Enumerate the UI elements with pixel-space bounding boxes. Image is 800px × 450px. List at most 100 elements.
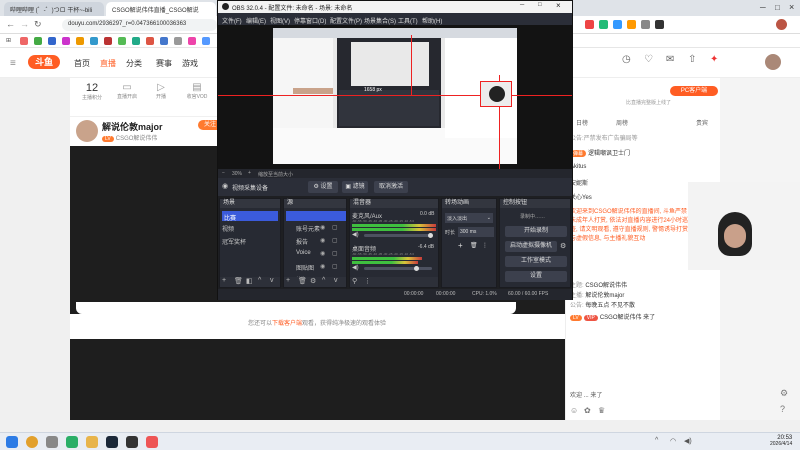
scene-item[interactable]: 比赛 xyxy=(222,211,278,222)
forward-icon[interactable]: → xyxy=(20,19,29,29)
browser-tab-douyu[interactable]: CSGO解说伟伟直播_CSGO解说 xyxy=(106,2,216,16)
link-icon[interactable]: ⚲ xyxy=(352,277,357,285)
back-icon[interactable]: ← xyxy=(6,19,15,29)
browser-tab-bilibili[interactable]: 哔哩哔哩 (゜-゜)つロ 干杯~-bili xyxy=(4,2,104,16)
speaker-icon[interactable]: ◀) xyxy=(352,264,359,271)
eye-icon[interactable]: ◉ xyxy=(320,250,325,257)
stat-start[interactable]: ▷ 开播 xyxy=(146,82,176,100)
volume-knob[interactable] xyxy=(414,266,419,271)
start-icon[interactable] xyxy=(6,436,18,448)
extension-icon[interactable] xyxy=(641,20,650,29)
zoom-plus-icon[interactable]: + xyxy=(248,170,251,176)
app-icon[interactable] xyxy=(46,436,58,448)
download-client-link[interactable]: 下载客户端 xyxy=(272,321,302,327)
upload-icon[interactable]: ⇧ xyxy=(688,54,696,65)
minimize-icon[interactable]: ─ xyxy=(760,3,766,12)
bookmark-icon[interactable] xyxy=(188,37,196,45)
bookmark-icon[interactable] xyxy=(48,37,56,45)
stat-live[interactable]: ▭ 直播开启 xyxy=(112,82,142,100)
steam-icon[interactable] xyxy=(106,436,118,448)
menu-view[interactable]: 视图(V) xyxy=(270,16,290,25)
zoom-minus-icon[interactable]: − xyxy=(222,170,225,176)
chat-user[interactable]: 逻辑嘲讽卫士门 xyxy=(588,151,630,157)
lock-icon[interactable]: ▢ xyxy=(332,250,338,257)
add-icon[interactable]: + xyxy=(286,277,290,284)
nav-games[interactable]: 游戏 xyxy=(182,58,198,69)
maximize-icon[interactable]: □ xyxy=(775,3,780,12)
down-icon[interactable]: v xyxy=(270,277,274,284)
follow-icon[interactable]: ♡ xyxy=(644,54,653,65)
trash-icon[interactable]: 🗑 xyxy=(298,277,307,285)
extension-icon[interactable] xyxy=(599,20,608,29)
stat-points[interactable]: 12 主播积分 xyxy=(78,82,106,101)
folder-icon[interactable] xyxy=(86,436,98,448)
source-item[interactable]: 账号元素 xyxy=(296,224,320,233)
bookmark-icon[interactable] xyxy=(146,37,154,45)
menu-help[interactable]: 帮助(H) xyxy=(422,16,442,25)
menu-tools[interactable]: 工具(T) xyxy=(398,16,418,25)
gear-icon[interactable]: ⚙ xyxy=(560,242,566,250)
bookmark-icon[interactable] xyxy=(104,37,112,45)
pc-client-button[interactable]: PC客户端 xyxy=(670,86,718,96)
stat-vod[interactable]: ▤ 收官VOD xyxy=(180,82,214,100)
help-icon[interactable]: ? xyxy=(780,404,785,414)
bookmark-icon[interactable] xyxy=(160,37,168,45)
nav-home[interactable]: 首页 xyxy=(74,58,90,69)
volume-slider[interactable] xyxy=(364,234,432,237)
properties-button[interactable]: ⚙ 设置 xyxy=(308,181,338,193)
scene-item[interactable]: 冠军奖杯 xyxy=(222,237,246,246)
trash-icon[interactable]: 🗑 xyxy=(234,277,243,285)
user-avatar[interactable] xyxy=(765,54,781,70)
profile-avatar[interactable] xyxy=(776,19,787,30)
tray-up-icon[interactable]: ^ xyxy=(655,437,658,444)
menu-icon[interactable]: ≡ xyxy=(10,58,16,69)
bookmark-icon[interactable] xyxy=(20,37,28,45)
tab-vip[interactable]: 贵宾 xyxy=(696,118,708,127)
volume-knob[interactable] xyxy=(428,233,433,238)
deactivate-button[interactable]: 取消激活 xyxy=(374,181,408,193)
studio-mode-button[interactable]: 工作室模式 xyxy=(505,256,567,267)
bookmark-icon[interactable] xyxy=(76,37,84,45)
volume-icon[interactable]: ◀) xyxy=(684,437,692,445)
history-icon[interactable]: ◷ xyxy=(622,54,631,65)
menu-docks[interactable]: 停靠窗口(D) xyxy=(294,16,326,25)
chat-user[interactable]: 关心Yes xyxy=(570,195,592,201)
gift-icon[interactable]: ✿ xyxy=(584,406,591,415)
speaker-icon[interactable]: ◀) xyxy=(352,231,359,238)
source-item-selected[interactable] xyxy=(286,211,346,221)
clock[interactable]: 20:53 2026/4/14 xyxy=(770,435,792,447)
settings-button[interactable]: 设置 xyxy=(505,271,567,282)
close-icon[interactable]: × xyxy=(556,1,561,10)
more-icon[interactable]: ⋮ xyxy=(364,277,371,285)
source-item[interactable]: 报告 xyxy=(296,237,308,246)
lock-icon[interactable]: ▢ xyxy=(332,237,338,244)
extension-icon[interactable] xyxy=(613,20,622,29)
message-icon[interactable]: ✉ xyxy=(666,54,674,65)
up-icon[interactable]: ^ xyxy=(258,277,261,284)
bookmark-icon[interactable]: ⊞ xyxy=(6,37,11,44)
up-icon[interactable]: ^ xyxy=(322,277,325,284)
extension-icon[interactable] xyxy=(655,20,664,29)
tab-weekly-rank[interactable]: 周榜 xyxy=(616,118,628,127)
filters-button[interactable]: ▣ 滤镜 xyxy=(342,181,368,193)
bookmark-icon[interactable] xyxy=(62,37,70,45)
add-icon[interactable]: + xyxy=(458,241,463,250)
lock-icon[interactable]: ▢ xyxy=(332,263,338,270)
chrome-icon[interactable] xyxy=(26,436,38,448)
eye-icon[interactable]: ◉ xyxy=(320,263,325,270)
filter-icon[interactable]: ◧ xyxy=(246,277,253,285)
bookmark-icon[interactable] xyxy=(118,37,126,45)
trash-icon[interactable]: 🗑 xyxy=(470,242,478,249)
down-icon[interactable]: v xyxy=(334,277,338,284)
scene-item[interactable]: 视频 xyxy=(222,224,234,233)
obs-icon[interactable] xyxy=(126,436,138,448)
nav-category[interactable]: 分类 xyxy=(126,58,142,69)
reload-icon[interactable]: ↻ xyxy=(34,19,42,30)
nav-live[interactable]: 直播 xyxy=(100,58,116,69)
menu-profile[interactable]: 配置文件(P) xyxy=(330,16,362,25)
gear-icon[interactable]: ⚙ xyxy=(310,277,316,285)
maximize-icon[interactable]: □ xyxy=(538,2,542,8)
duration-input[interactable]: 300 ms xyxy=(458,227,494,237)
streamer-avatar[interactable] xyxy=(76,120,98,142)
bookmark-icon[interactable] xyxy=(174,37,182,45)
